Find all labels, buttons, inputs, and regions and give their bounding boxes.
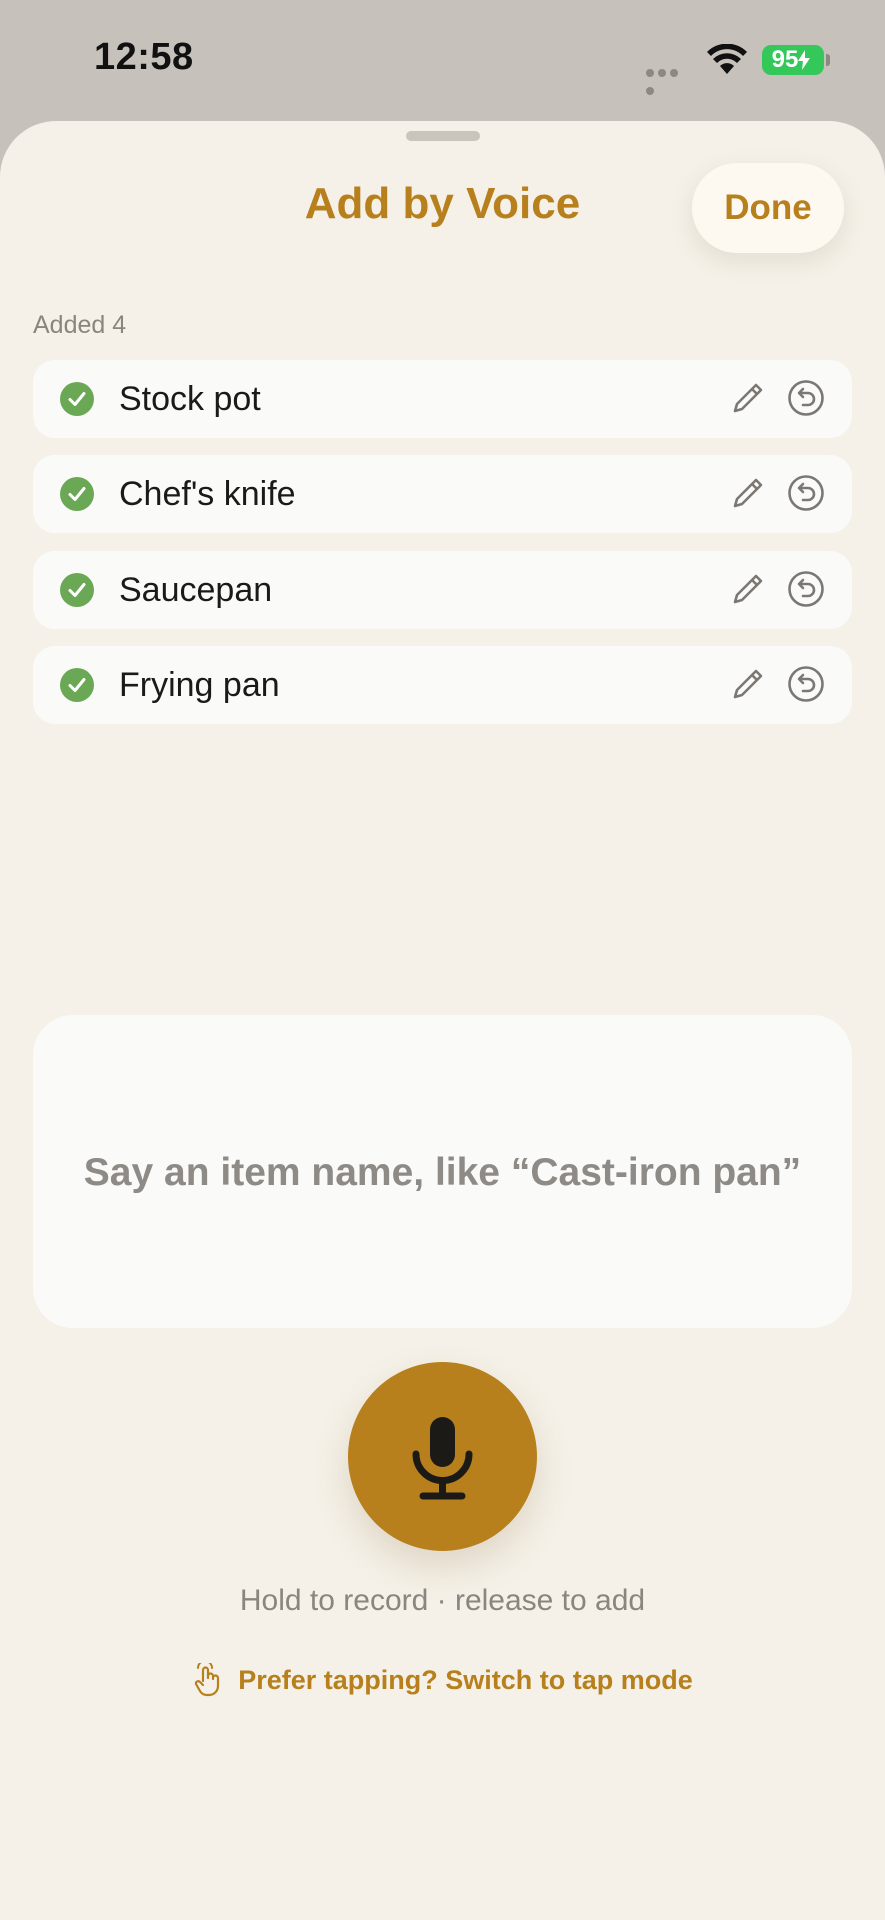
undo-icon[interactable]: [787, 570, 825, 608]
check-circle-icon: [60, 573, 94, 607]
added-item-label: Chef's knife: [119, 475, 296, 513]
switch-to-tap-mode-label: Prefer tapping? Switch to tap mode: [238, 1664, 693, 1695]
battery-icon: 95: [762, 45, 824, 75]
battery-nub: [826, 54, 830, 66]
pencil-icon[interactable]: [730, 666, 766, 702]
added-item-label: Frying pan: [119, 666, 280, 704]
microphone-icon: [412, 1417, 473, 1500]
pencil-icon[interactable]: [730, 475, 766, 511]
cellular-signal-icon: [646, 64, 692, 95]
record-hint: Hold to record · release to add: [239, 1584, 646, 1617]
undo-icon[interactable]: [787, 474, 825, 512]
transcript-card: Say an item name, like “Cast-iron pan”: [33, 1015, 852, 1328]
battery-level: 95: [771, 46, 799, 73]
done-button[interactable]: Done: [692, 163, 844, 253]
pencil-icon[interactable]: [730, 571, 766, 607]
record-button[interactable]: [348, 1362, 537, 1551]
voice-prompt-text: Say an item name, like “Cast-iron pan”: [83, 1151, 802, 1194]
wifi-icon: [707, 44, 747, 74]
check-circle-icon: [60, 382, 94, 416]
added-item-label: Saucepan: [119, 571, 273, 609]
added-item-label: Stock pot: [119, 380, 261, 418]
check-circle-icon: [60, 668, 94, 702]
switch-to-tap-mode-link[interactable]: Prefer tapping? Switch to tap mode: [0, 1663, 885, 1697]
added-item-row: Frying pan: [33, 646, 852, 724]
status-time: 12:58: [94, 36, 194, 78]
check-circle-icon: [60, 477, 94, 511]
sheet-grabber[interactable]: [406, 131, 480, 141]
added-item-row: Stock pot: [33, 360, 852, 438]
added-item-row: Chef's knife: [33, 455, 852, 533]
charging-bolt-icon: [798, 50, 811, 70]
added-count-label: Added 4: [33, 311, 127, 339]
undo-icon[interactable]: [787, 665, 825, 703]
tap-hand-icon: [195, 1663, 220, 1697]
pencil-icon[interactable]: [730, 380, 766, 416]
screen: 12:58 95 Add by Voice Done Added 4 Stock…: [0, 0, 885, 1920]
undo-icon[interactable]: [787, 379, 825, 417]
added-item-row: Saucepan: [33, 551, 852, 629]
